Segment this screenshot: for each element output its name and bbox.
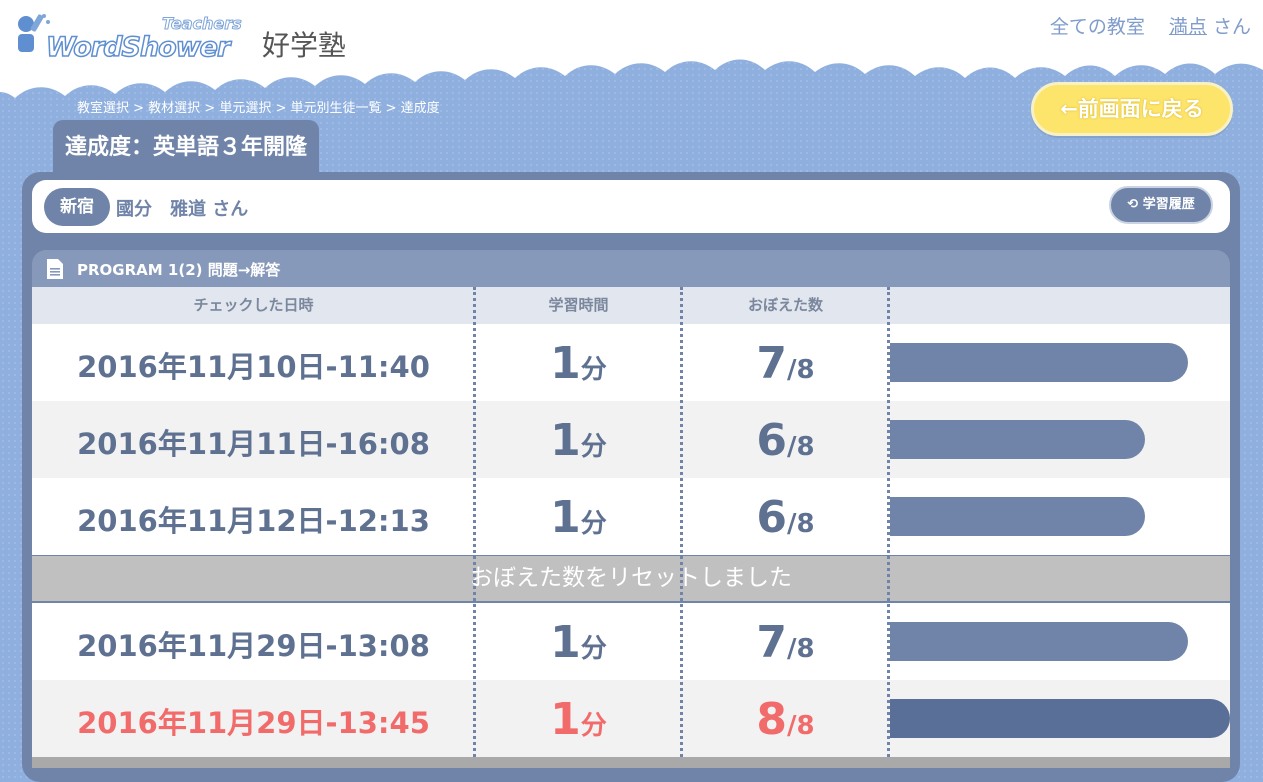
progress-bar bbox=[890, 343, 1188, 382]
logo-main-text: WordShower bbox=[45, 31, 231, 64]
class-badge: 新宿 bbox=[44, 188, 110, 226]
logo[interactable]: Teachers WordShower bbox=[12, 10, 262, 66]
user-name-link[interactable]: 満点 bbox=[1169, 16, 1207, 38]
table-row: 2016年11月29日-13:45 1分 8/8 bbox=[32, 680, 1230, 757]
back-button[interactable]: ←前画面に戻る bbox=[1031, 82, 1233, 136]
table-row: 2016年11月10日-11:40 1分 7/8 bbox=[32, 324, 1230, 401]
student-name: 國分 雅道 さん bbox=[116, 199, 249, 220]
row-date: 2016年11月12日-12:13 bbox=[77, 504, 430, 538]
logo-teachers-text: Teachers bbox=[162, 14, 243, 34]
column-headers: チェックした日時 学習時間 おぼえた数 bbox=[32, 287, 1230, 324]
row-count: 7/8 bbox=[756, 617, 815, 668]
row-count: 8/8 bbox=[756, 694, 815, 745]
progress-bar bbox=[890, 622, 1188, 661]
row-count: 7/8 bbox=[756, 338, 815, 389]
row-count: 6/8 bbox=[756, 415, 815, 466]
history-button-label: 学習履歴 bbox=[1142, 197, 1195, 212]
column-header-count: おぼえた数 bbox=[747, 296, 823, 314]
breadcrumb[interactable]: 教室選択 > 教材選択 > 単元選択 > 単元別生徒一覧 > 達成度 bbox=[77, 97, 440, 116]
row-date: 2016年11月10日-11:40 bbox=[77, 350, 430, 384]
column-header-date: チェックした日時 bbox=[193, 296, 314, 314]
program-header: PROGRAM 1(2) 問題→解答 bbox=[32, 250, 1230, 287]
reset-message: おぼえた数をリセットしました bbox=[32, 556, 1230, 601]
top-links: 全ての教室 満点 さん bbox=[1032, 12, 1251, 39]
history-button[interactable]: ⟲ 学習履歴 bbox=[1109, 186, 1213, 224]
table-row: 2016年11月29日-13:08 1分 7/8 bbox=[32, 603, 1230, 680]
page-title: 達成度：英単語３年開隆 bbox=[53, 120, 320, 174]
column-divider bbox=[887, 287, 890, 768]
row-date: 2016年11月29日-13:45 bbox=[77, 706, 430, 740]
progress-bar bbox=[890, 497, 1145, 536]
row-time: 1分 bbox=[550, 617, 607, 668]
column-divider bbox=[680, 287, 683, 768]
program-title: PROGRAM 1(2) 問題→解答 bbox=[77, 261, 281, 279]
table-row: 2016年11月11日-16:08 1分 6/8 bbox=[32, 401, 1230, 478]
row-time: 1分 bbox=[550, 492, 607, 543]
next-row-strip bbox=[32, 757, 1230, 768]
all-classrooms-link[interactable]: 全ての教室 bbox=[1050, 16, 1145, 38]
progress-bar bbox=[890, 699, 1230, 738]
user-area: 満点 さん bbox=[1169, 16, 1251, 38]
row-date: 2016年11月11日-16:08 bbox=[77, 427, 430, 461]
history-icon: ⟲ bbox=[1127, 197, 1139, 212]
column-header-time: 学習時間 bbox=[548, 296, 609, 314]
progress-bar bbox=[890, 420, 1145, 459]
row-time: 1分 bbox=[550, 415, 607, 466]
student-bar: 新宿 國分 雅道 さん ⟲ 学習履歴 bbox=[32, 180, 1230, 233]
row-time: 1分 bbox=[550, 338, 607, 389]
column-divider bbox=[473, 287, 476, 768]
user-suffix: さん bbox=[1212, 16, 1251, 38]
row-date: 2016年11月29日-13:08 bbox=[77, 629, 430, 663]
row-time: 1分 bbox=[550, 694, 607, 745]
row-count: 6/8 bbox=[756, 492, 815, 543]
table-row: 2016年11月12日-12:13 1分 6/8 bbox=[32, 478, 1230, 555]
school-name: 好学塾 bbox=[262, 29, 347, 62]
document-icon bbox=[47, 259, 63, 279]
column-header-bar bbox=[889, 287, 1230, 324]
